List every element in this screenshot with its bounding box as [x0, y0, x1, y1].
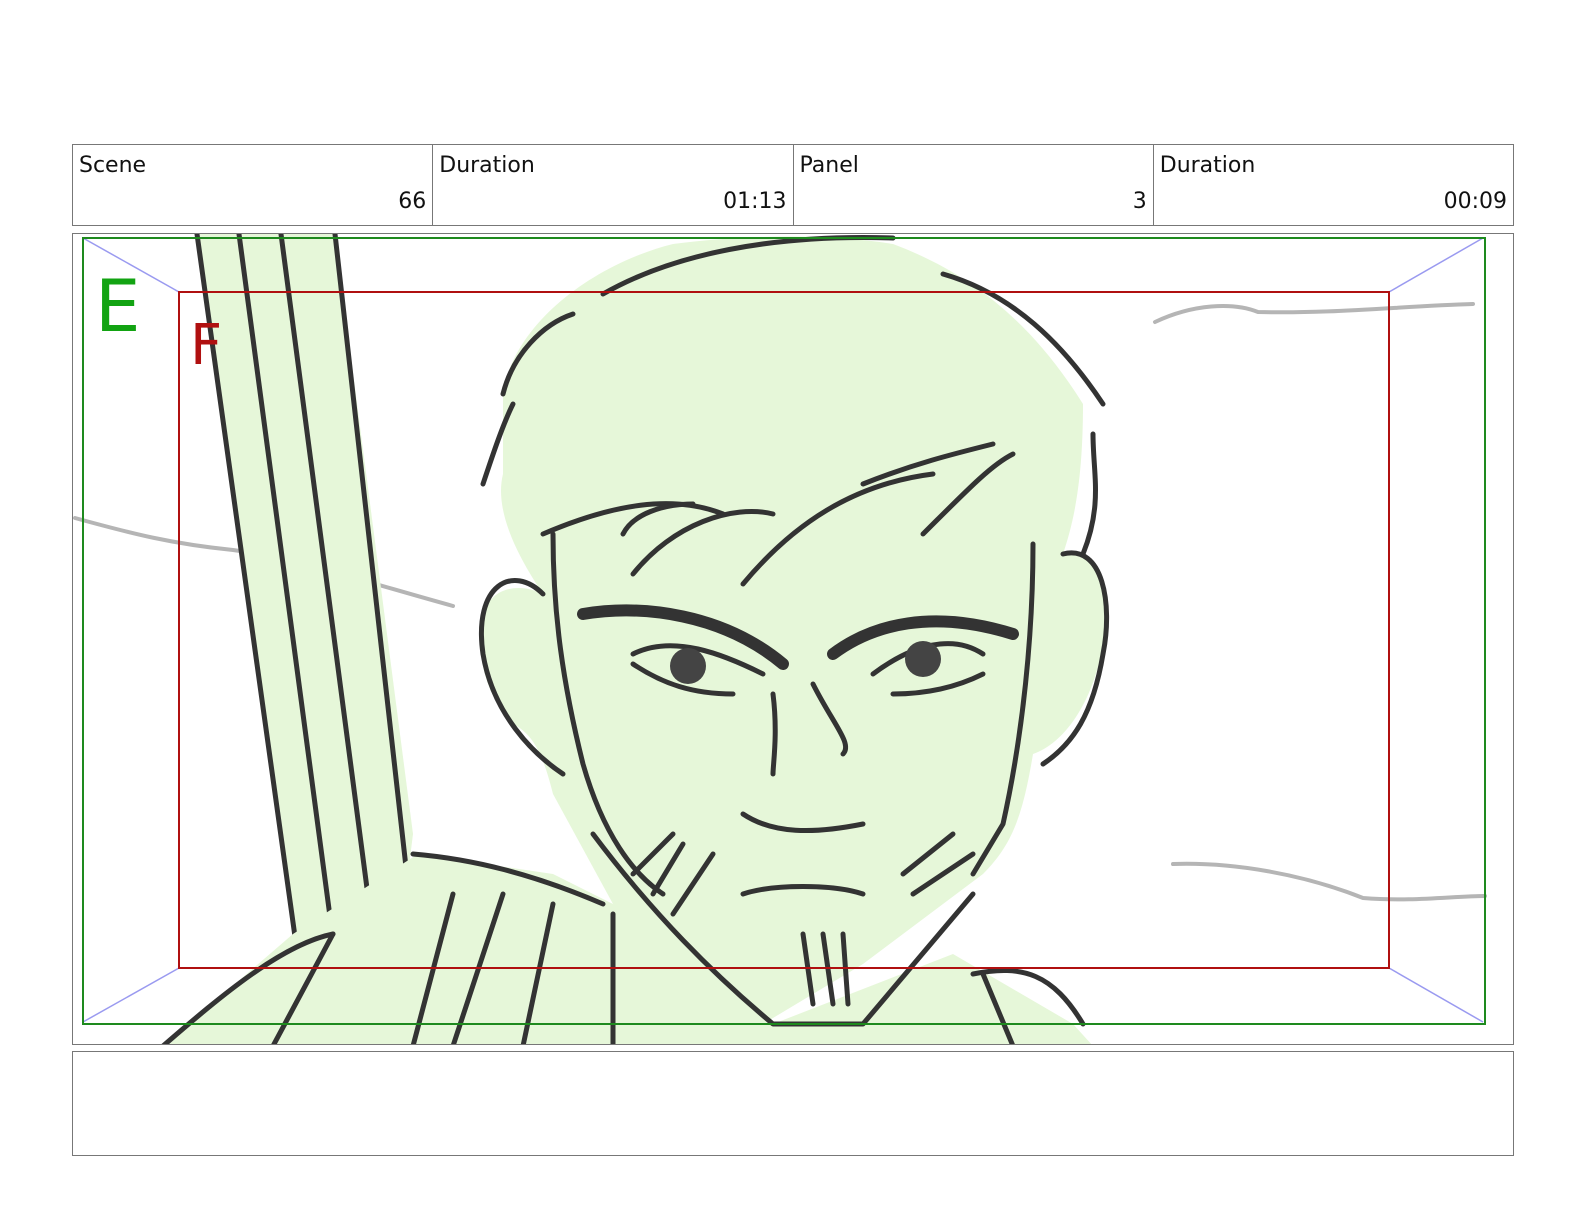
panel-duration-label: Duration [1159, 153, 1256, 178]
panel-cell: Panel 3 [794, 145, 1154, 225]
scene-value: 66 [398, 189, 427, 214]
panel-duration-cell: Duration 00:09 [1154, 145, 1513, 225]
scene-label: Scene [79, 153, 147, 178]
storyboard-frame: E F [72, 233, 1514, 1045]
scene-cell: Scene 66 [73, 145, 434, 225]
inner-field-label: F [190, 313, 223, 378]
panel-drawing [73, 234, 1487, 1044]
panel-value: 3 [1132, 189, 1147, 214]
scene-duration-value: 01:13 [723, 189, 787, 214]
panel-header: Scene 66 Duration 01:13 Panel 3 Duration… [72, 144, 1514, 226]
notes-box[interactable] [72, 1051, 1514, 1156]
scene-duration-label: Duration [439, 153, 535, 178]
panel-duration-value: 00:09 [1443, 189, 1507, 214]
scene-duration-cell: Duration 01:13 [433, 145, 794, 225]
panel-label: Panel [799, 153, 859, 178]
outer-field-label: E [95, 264, 141, 348]
